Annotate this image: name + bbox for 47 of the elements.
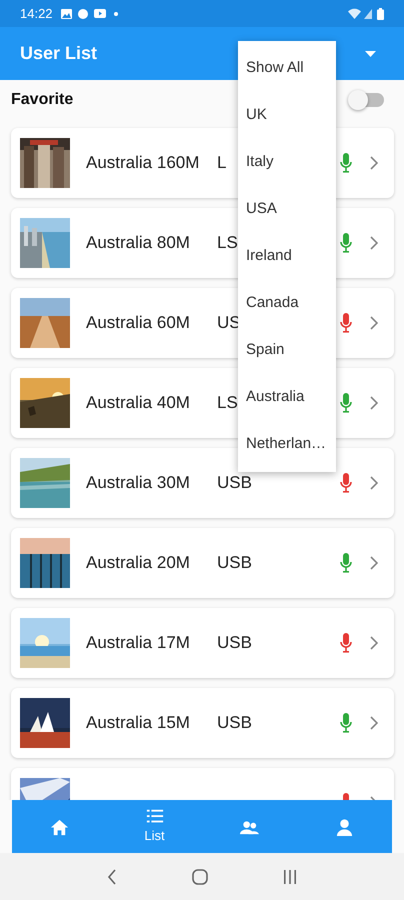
connection-type: LS: [217, 232, 238, 254]
connection-type: USB: [217, 632, 252, 654]
chevron-right-icon[interactable]: [370, 396, 378, 410]
caret-icon[interactable]: [365, 50, 376, 56]
back-icon[interactable]: [107, 868, 118, 884]
connection-type: LS: [217, 392, 238, 414]
menu-item[interactable]: Show All: [238, 45, 336, 92]
connection-type: USB: [217, 472, 252, 494]
user-name: Australia 17M: [86, 632, 191, 654]
home-icon: [50, 818, 69, 837]
user-name: Australia 160M: [86, 152, 200, 174]
chevron-right-icon[interactable]: [370, 236, 378, 250]
dot-icon: [114, 12, 118, 16]
user-name: Australia 40M: [86, 392, 191, 414]
user-card[interactable]: Australia 17M USB: [11, 608, 394, 678]
user-name: Australia 15M: [86, 712, 191, 734]
app-title: User List: [20, 42, 98, 65]
chevron-right-icon[interactable]: [370, 636, 378, 650]
menu-item[interactable]: Australia: [238, 374, 336, 421]
favorite-toggle[interactable]: [350, 93, 384, 107]
favorite-label: Favorite: [11, 90, 74, 110]
connection-type: USB: [217, 712, 252, 734]
chevron-right-icon[interactable]: [370, 716, 378, 730]
connection-type: L: [217, 152, 226, 174]
user-card[interactable]: Australia 20M USB: [11, 528, 394, 598]
status-time: 14:22: [20, 4, 53, 23]
user-name: Australia 80M: [86, 232, 191, 254]
chevron-right-icon[interactable]: [370, 156, 378, 170]
user-name: Australia 30M: [86, 472, 191, 494]
wifi-icon: [348, 8, 361, 19]
person-icon: [335, 818, 354, 837]
user-card[interactable]: Australia 15M USB: [11, 688, 394, 758]
user-name: Australia 20M: [86, 552, 191, 574]
user-card[interactable]: Australia 30M USB: [11, 448, 394, 518]
home-button-icon[interactable]: [192, 868, 208, 884]
menu-item[interactable]: Ireland: [238, 233, 336, 280]
video-icon: [94, 9, 106, 18]
chevron-right-icon[interactable]: [370, 316, 378, 330]
chevron-right-icon[interactable]: [370, 556, 378, 570]
connection-type: USB: [217, 552, 252, 574]
recent-apps-icon[interactable]: [282, 870, 297, 884]
gallery-icon: [60, 8, 72, 18]
menu-item[interactable]: Italy: [238, 139, 336, 186]
user-name: Australia 60M: [86, 312, 191, 334]
battery-icon: [377, 8, 384, 20]
signal-icon: [364, 8, 372, 18]
chevron-right-icon[interactable]: [370, 476, 378, 490]
